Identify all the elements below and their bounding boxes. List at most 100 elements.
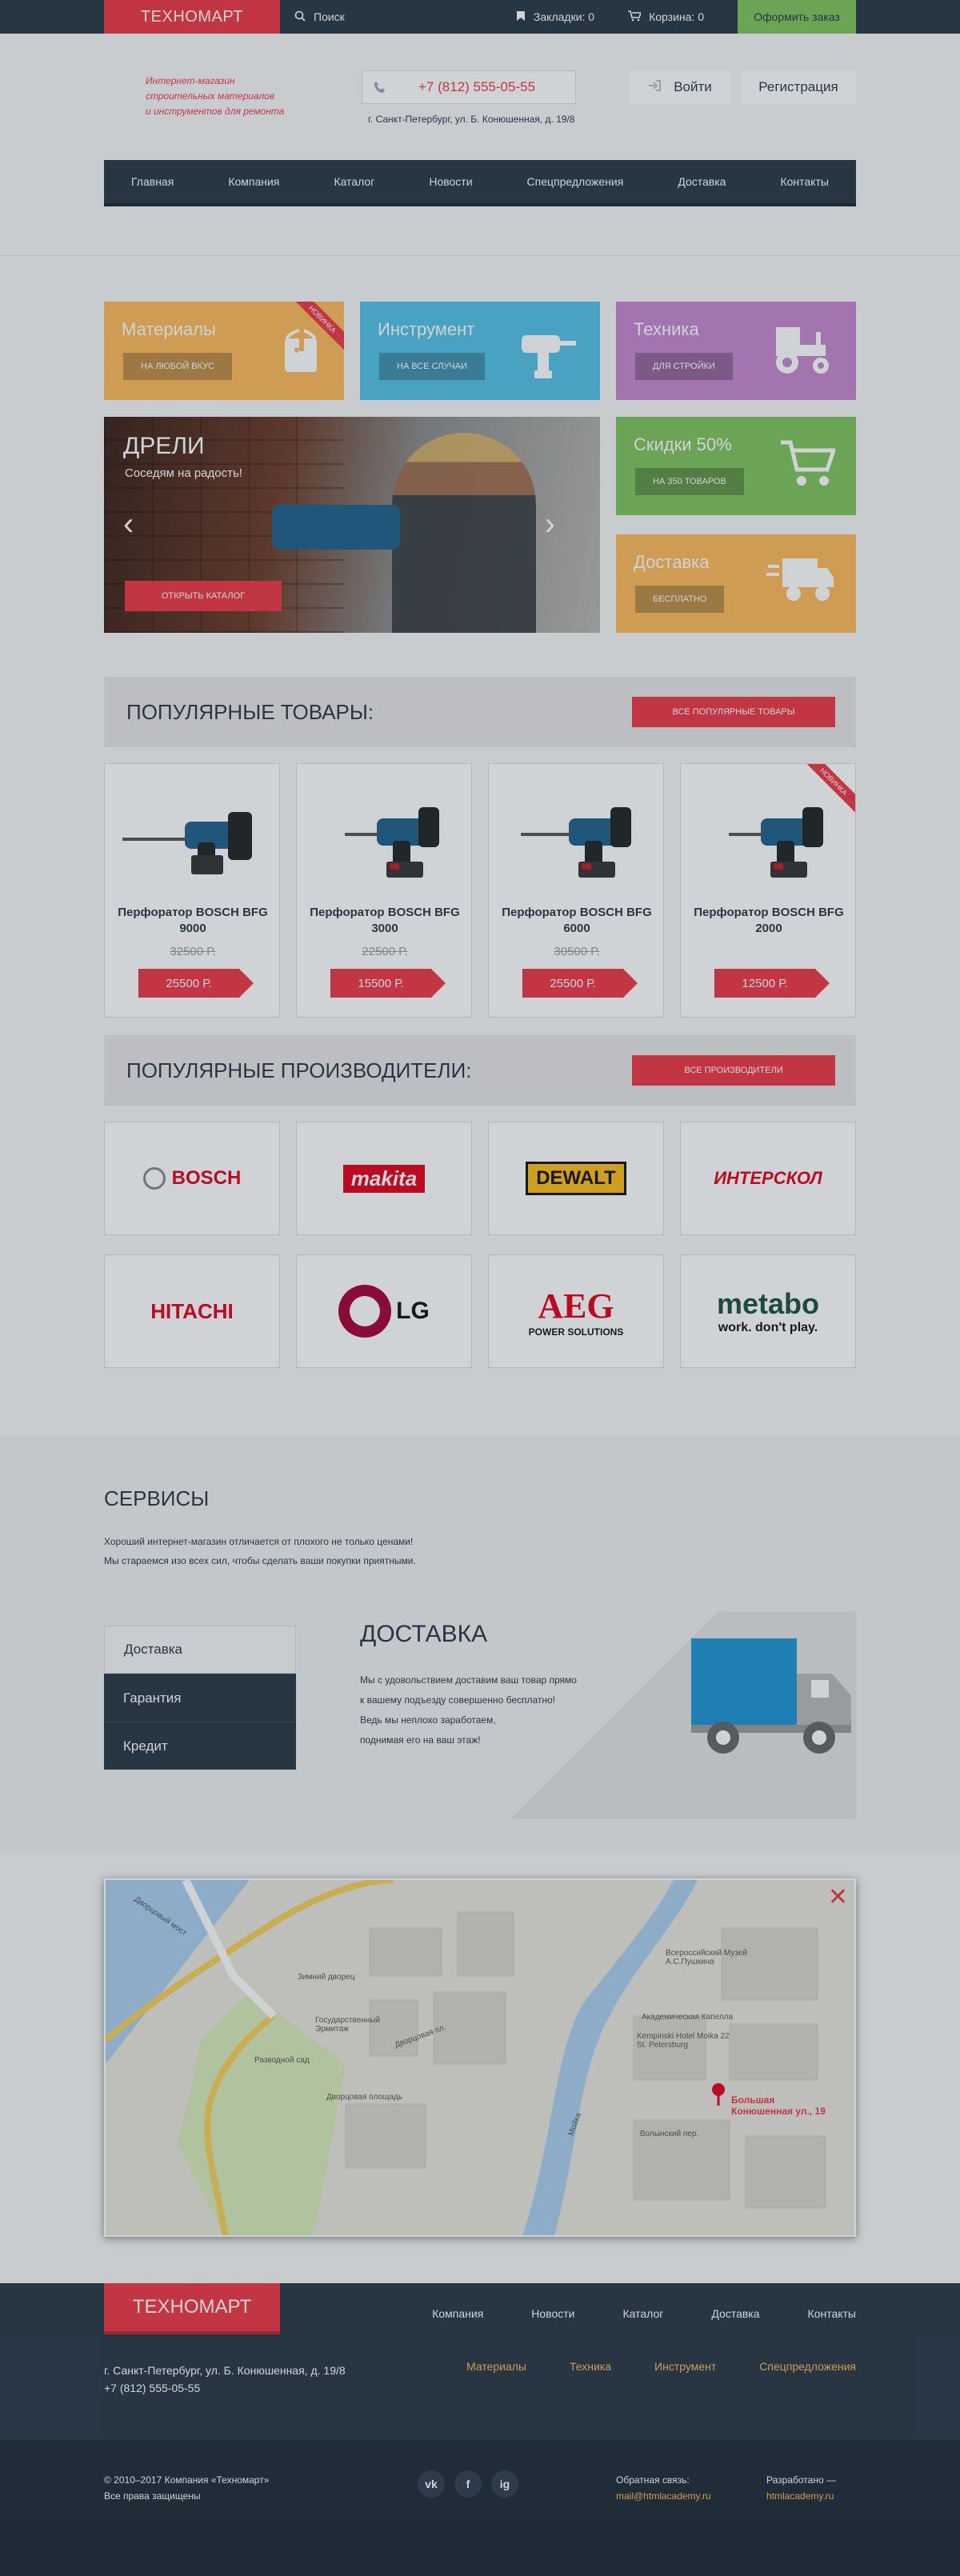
tile-tools[interactable]: Инструмент НА ВСЕ СЛУЧАИ: [360, 302, 600, 400]
all-brands-button[interactable]: ВСЕ ПРОИЗВОДИТЕЛИ: [632, 1055, 835, 1086]
close-icon[interactable]: ✕: [828, 1883, 848, 1911]
copyright: © 2010–2017 Компания «Техномарт» Все пра…: [104, 2472, 269, 2504]
register-button[interactable]: Регистрация: [741, 70, 856, 104]
phone-box[interactable]: +7 (812) 555-05-55: [362, 70, 576, 104]
top-bar: ТЕХНОМАРТ Поиск Закладки: 0 Корзина: 0 О…: [0, 0, 960, 34]
brand-metabo[interactable]: metabo work. don't play.: [680, 1254, 856, 1368]
developer-link[interactable]: htmlacademy.ru: [766, 2488, 836, 2504]
search-icon: [294, 10, 306, 24]
footer-nav-item[interactable]: Контакты: [808, 2307, 856, 2320]
footer-catalog-item[interactable]: Техника: [570, 2360, 611, 2373]
brand-aeg[interactable]: AEG POWER SOLUTIONS: [488, 1254, 664, 1368]
brand-hitachi[interactable]: HITACHI: [104, 1254, 280, 1368]
slider-prev-icon[interactable]: ‹: [123, 506, 134, 542]
popular-brands-header: ПОПУЛЯРНЫЕ ПРОИЗВОДИТЕЛИ: ВСЕ ПРОИЗВОДИТ…: [104, 1035, 856, 1106]
login-button[interactable]: Войти: [629, 70, 731, 104]
drill-icon: [518, 321, 579, 386]
footer-phone: +7 (812) 555-05-55: [104, 2382, 201, 2394]
tractor-icon: [768, 321, 835, 381]
open-catalog-button[interactable]: ОТКРЫТЬ КАТАЛОГ: [125, 581, 282, 611]
developer-label: Разработано —: [766, 2474, 836, 2486]
brand-list: BOSCH makita DEWALT ИНТЕРСКОЛ HITACHI LG…: [104, 1122, 856, 1368]
cart-label: Корзина: 0: [649, 10, 704, 23]
tile-title: Скидки 50%: [634, 434, 732, 454]
brand-logo-text: LG: [396, 1298, 430, 1324]
services-title: СЕРВИСЫ: [104, 1486, 210, 1510]
footer-nav-item[interactable]: Новости: [531, 2307, 574, 2320]
tile-button[interactable]: БЕСПЛАТНО: [635, 586, 725, 613]
nav-item-offers[interactable]: Спецпредложения: [527, 175, 624, 188]
footer-nav-item[interactable]: Каталог: [622, 2307, 663, 2320]
tile-button[interactable]: НА ЛЮБОЙ ВКУС: [123, 353, 233, 380]
footer-catalog-item[interactable]: Материалы: [466, 2360, 526, 2373]
login-icon: [648, 79, 662, 95]
footer-logo[interactable]: ТЕХНОМАРТ: [104, 2283, 280, 2334]
vk-icon[interactable]: vk: [418, 2470, 445, 2498]
map-pin-line: Конюшенная ул., 19: [731, 2106, 826, 2117]
brand-interskol[interactable]: ИНТЕРСКОЛ: [680, 1122, 856, 1235]
social-links: vk f ig: [418, 2470, 518, 2498]
nav-item-news[interactable]: Новости: [429, 175, 472, 188]
footer-contacts: г. Санкт-Петербург, ул. Б. Конюшенная, д…: [104, 2362, 346, 2397]
product-name: Перфоратор BOSCH BFG 6000: [502, 906, 652, 935]
cart-icon: [628, 10, 642, 24]
search-link[interactable]: Поиск: [294, 0, 345, 34]
feedback-label: Обратная связь:: [616, 2474, 690, 2486]
tile-button[interactable]: НА ВСЕ СЛУЧАИ: [379, 353, 486, 380]
footer-nav-item[interactable]: Доставка: [711, 2307, 759, 2320]
product-card[interactable]: Перфоратор BOSCH BFG 6000 30500 Р. 25500…: [488, 763, 664, 1018]
tile-materials[interactable]: Материалы НА ЛЮБОЙ ВКУС НОВИНКА: [104, 302, 344, 400]
map-label: Государственный Эрмитаж: [315, 2016, 381, 2034]
product-card[interactable]: Перфоратор BOSCH BFG 3000 22500 Р. 15500…: [296, 763, 472, 1018]
footer-catalog-item[interactable]: Спецпредложения: [759, 2360, 856, 2373]
brand-dewalt[interactable]: DEWALT: [488, 1122, 664, 1235]
bookmarks-link[interactable]: Закладки: 0: [516, 0, 594, 34]
feedback-email-link[interactable]: mail@htmlacademy.ru: [616, 2488, 711, 2504]
tile-button[interactable]: ДЛЯ СТРОЙКИ: [635, 353, 733, 380]
facebook-icon[interactable]: f: [454, 2470, 482, 2498]
tile-button[interactable]: НА 350 ТОВАРОВ: [635, 468, 744, 495]
brand-logo-text: ИНТЕРСКОЛ: [714, 1168, 822, 1188]
brand-bosch[interactable]: BOSCH: [104, 1122, 280, 1235]
truck-icon: [766, 554, 835, 610]
tab-credit[interactable]: Кредит: [104, 1722, 296, 1770]
map-label: Волынский пер.: [640, 2130, 699, 2138]
brand-logo-text: DEWALT: [526, 1162, 626, 1195]
nav-item-home[interactable]: Главная: [131, 175, 174, 188]
brand-logo-text: makita: [342, 1164, 426, 1193]
slogan-line: Интернет-магазин: [146, 75, 235, 86]
brand-makita[interactable]: makita: [296, 1122, 472, 1235]
nav-item-delivery[interactable]: Доставка: [678, 175, 726, 188]
footer-catalog-item[interactable]: Инструмент: [654, 2360, 716, 2373]
product-price[interactable]: 12500 Р.: [714, 969, 830, 998]
all-popular-button[interactable]: ВСЕ ПОПУЛЯРНЫЕ ТОВАРЫ: [632, 697, 835, 727]
services-section: СЕРВИСЫ Хороший интернет-магазин отличае…: [0, 1435, 960, 1853]
product-card[interactable]: НОВИНКА Перфоратор BOSCH BFG 2000 12500 …: [680, 763, 856, 1018]
slider-next-icon[interactable]: ›: [545, 506, 555, 542]
brand-lg[interactable]: LG: [296, 1254, 472, 1368]
tile-delivery[interactable]: Доставка БЕСПЛАТНО: [616, 534, 856, 633]
footer: ТЕХНОМАРТ Компания Новости Каталог Доста…: [0, 2283, 960, 2576]
instagram-icon[interactable]: ig: [491, 2470, 518, 2498]
tab-delivery[interactable]: Доставка: [104, 1626, 296, 1674]
product-card[interactable]: Перфоратор BOSCH BFG 9000 32500 Р. 25500…: [104, 763, 280, 1018]
slider-title: ДРЕЛИ: [123, 433, 205, 459]
nav-item-contacts[interactable]: Контакты: [780, 175, 828, 188]
footer-nav: Компания Новости Каталог Доставка Контак…: [432, 2307, 856, 2320]
service-text-line: к вашему подъезду совершенно бесплатно!: [360, 1694, 556, 1706]
order-button[interactable]: Оформить заказ: [738, 0, 856, 34]
tile-discounts[interactable]: Скидки 50% НА 350 ТОВАРОВ: [616, 417, 856, 515]
product-price[interactable]: 15500 Р.: [330, 969, 446, 998]
product-name: Перфоратор BOSCH BFG 3000: [310, 906, 460, 935]
rotary-hammer-image: [345, 807, 439, 878]
tile-machinery[interactable]: Техника ДЛЯ СТРОЙКИ: [616, 302, 856, 400]
nav-item-company[interactable]: Компания: [228, 175, 279, 188]
product-price[interactable]: 25500 Р.: [522, 969, 638, 998]
footer-nav-item[interactable]: Компания: [432, 2307, 483, 2320]
product-price[interactable]: 25500 Р.: [138, 969, 254, 998]
tab-warranty[interactable]: Гарантия: [104, 1674, 296, 1722]
map[interactable]: Дворцовый мост Зимний дворец Государстве…: [104, 1878, 856, 2237]
nav-item-catalog[interactable]: Каталог: [334, 175, 374, 188]
cart-link[interactable]: Корзина: 0: [628, 0, 704, 34]
top-logo[interactable]: ТЕХНОМАРТ: [104, 0, 280, 34]
